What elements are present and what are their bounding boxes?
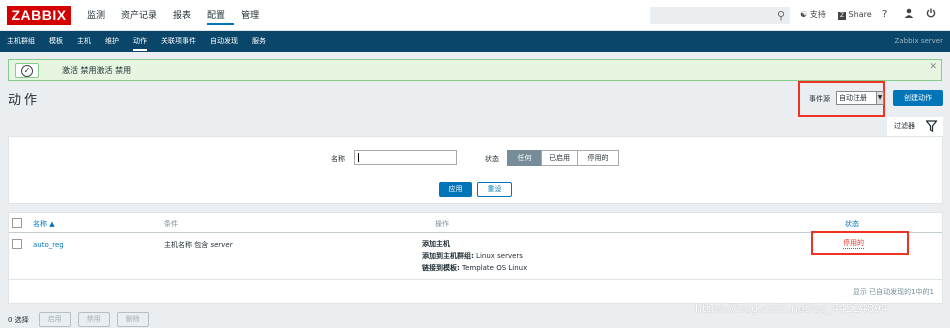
filter-name-input[interactable] bbox=[354, 150, 457, 165]
sub-nav-event-correlation[interactable]: 关联项事件 bbox=[161, 36, 196, 51]
reset-button[interactable]: 重设 bbox=[477, 182, 512, 197]
filter-tab[interactable]: 过滤器 bbox=[887, 117, 943, 136]
action-condition: 主机名称 包含 server bbox=[164, 241, 233, 249]
status-option-disabled[interactable]: 停用的 bbox=[577, 150, 619, 166]
action-operations: 添加主机 添加到主机群组: Linux servers 链接到模板: Templ… bbox=[422, 240, 528, 272]
create-action-button[interactable]: 创建动作 bbox=[893, 90, 943, 106]
check-icon: ✓ bbox=[21, 65, 33, 77]
table-header: 名称 ▲ 条件 操作 状态 bbox=[9, 213, 942, 233]
support-link[interactable]: ☯ 支持 bbox=[800, 8, 826, 22]
main-nav: 监测 资产记录 报表 配置 管理 bbox=[87, 9, 275, 25]
row-divider bbox=[9, 279, 942, 280]
success-message: ✓ 激活 禁用激活 禁用 ✕ bbox=[8, 59, 942, 81]
headset-icon: ☯ bbox=[800, 10, 808, 19]
sub-nav-hosts[interactable]: 主机 bbox=[77, 36, 91, 51]
column-status[interactable]: 状态 bbox=[845, 219, 859, 229]
text-caret bbox=[358, 153, 359, 162]
status-option-enabled[interactable]: 已启用 bbox=[541, 150, 578, 166]
filter-panel: 名称 状态 任何 已启用 停用的 应用 重设 bbox=[8, 136, 943, 204]
server-name: Zabbix server bbox=[894, 37, 943, 45]
select-all-checkbox[interactable] bbox=[12, 218, 22, 228]
main-nav-configuration[interactable]: 配置 bbox=[207, 9, 235, 25]
actions-table: 名称 ▲ 条件 操作 状态 auto_reg 主机名称 包含 server 添加… bbox=[8, 212, 943, 304]
close-icon[interactable]: ✕ bbox=[929, 62, 937, 72]
help-icon[interactable]: ? bbox=[882, 8, 887, 22]
sub-nav-discovery[interactable]: 自动发现 bbox=[210, 36, 238, 51]
share-icon: Z bbox=[838, 12, 846, 20]
top-header: ZABBIX 监测 资产记录 报表 配置 管理 ⚲ ☯ 支持 Z Share ? bbox=[0, 0, 950, 31]
mass-action-bar: 0 选择 启用 禁用 删除 bbox=[8, 311, 156, 328]
main-nav-administration[interactable]: 管理 bbox=[241, 9, 268, 25]
event-source-select[interactable]: 自动注册 ▼ bbox=[836, 91, 884, 105]
filter-name-label: 名称 bbox=[331, 155, 345, 163]
filter-status-label: 状态 bbox=[485, 155, 499, 163]
logout-icon[interactable] bbox=[926, 8, 936, 23]
sub-nav-host-groups[interactable]: 主机群组 bbox=[7, 36, 35, 51]
chevron-down-icon: ▼ bbox=[876, 92, 883, 104]
action-name-link[interactable]: auto_reg bbox=[33, 239, 64, 251]
sub-nav-maintenance[interactable]: 维护 bbox=[105, 36, 119, 51]
column-name[interactable]: 名称 ▲ bbox=[33, 219, 55, 229]
enable-button[interactable]: 启用 bbox=[38, 312, 71, 327]
sub-nav-actions[interactable]: 动作 bbox=[133, 36, 147, 51]
zabbix-logo[interactable]: ZABBIX bbox=[7, 6, 71, 25]
delete-button[interactable]: 删除 bbox=[116, 312, 149, 327]
selected-count: 0 选择 bbox=[8, 315, 29, 324]
sub-nav-services[interactable]: 服务 bbox=[252, 36, 266, 51]
search-input[interactable]: ⚲ bbox=[650, 7, 790, 24]
row-checkbox[interactable] bbox=[12, 239, 22, 249]
disable-button[interactable]: 禁用 bbox=[77, 312, 110, 327]
main-nav-monitoring[interactable]: 监测 bbox=[87, 9, 114, 25]
status-option-any[interactable]: 任何 bbox=[507, 150, 542, 166]
user-profile-icon[interactable] bbox=[904, 8, 914, 23]
column-operations: 操作 bbox=[435, 220, 449, 228]
status-highlight: 停用的 bbox=[811, 231, 909, 255]
search-icon[interactable]: ⚲ bbox=[777, 10, 785, 22]
filter-icon bbox=[926, 120, 937, 132]
apply-button[interactable]: 应用 bbox=[439, 182, 472, 197]
status-disabled-link[interactable]: 停用的 bbox=[843, 238, 864, 249]
status-segmented-control: 任何 已启用 停用的 bbox=[507, 150, 619, 166]
column-conditions: 条件 bbox=[164, 220, 178, 228]
share-link[interactable]: Z Share bbox=[838, 8, 872, 22]
main-nav-reports[interactable]: 报表 bbox=[173, 9, 200, 25]
message-text: 激活 禁用激活 禁用 bbox=[62, 66, 132, 75]
event-source-label: 事件源 bbox=[809, 95, 830, 103]
event-source-highlight: 事件源 自动注册 ▼ bbox=[798, 81, 885, 117]
watermark: https://blog.csdn.net/qq_44224894 bbox=[695, 302, 889, 315]
message-toggle-button[interactable]: ✓ bbox=[15, 63, 39, 78]
sub-nav-templates[interactable]: 模板 bbox=[49, 36, 63, 51]
sub-nav: 主机群组 模板 主机 维护 动作 关联项事件 自动发现 服务 Zabbix se… bbox=[0, 31, 950, 52]
pagination-info: 显示 已自动发现的1中的1 bbox=[852, 288, 934, 296]
main-nav-inventory[interactable]: 资产记录 bbox=[121, 9, 166, 25]
page-title: 动作 bbox=[8, 93, 41, 108]
